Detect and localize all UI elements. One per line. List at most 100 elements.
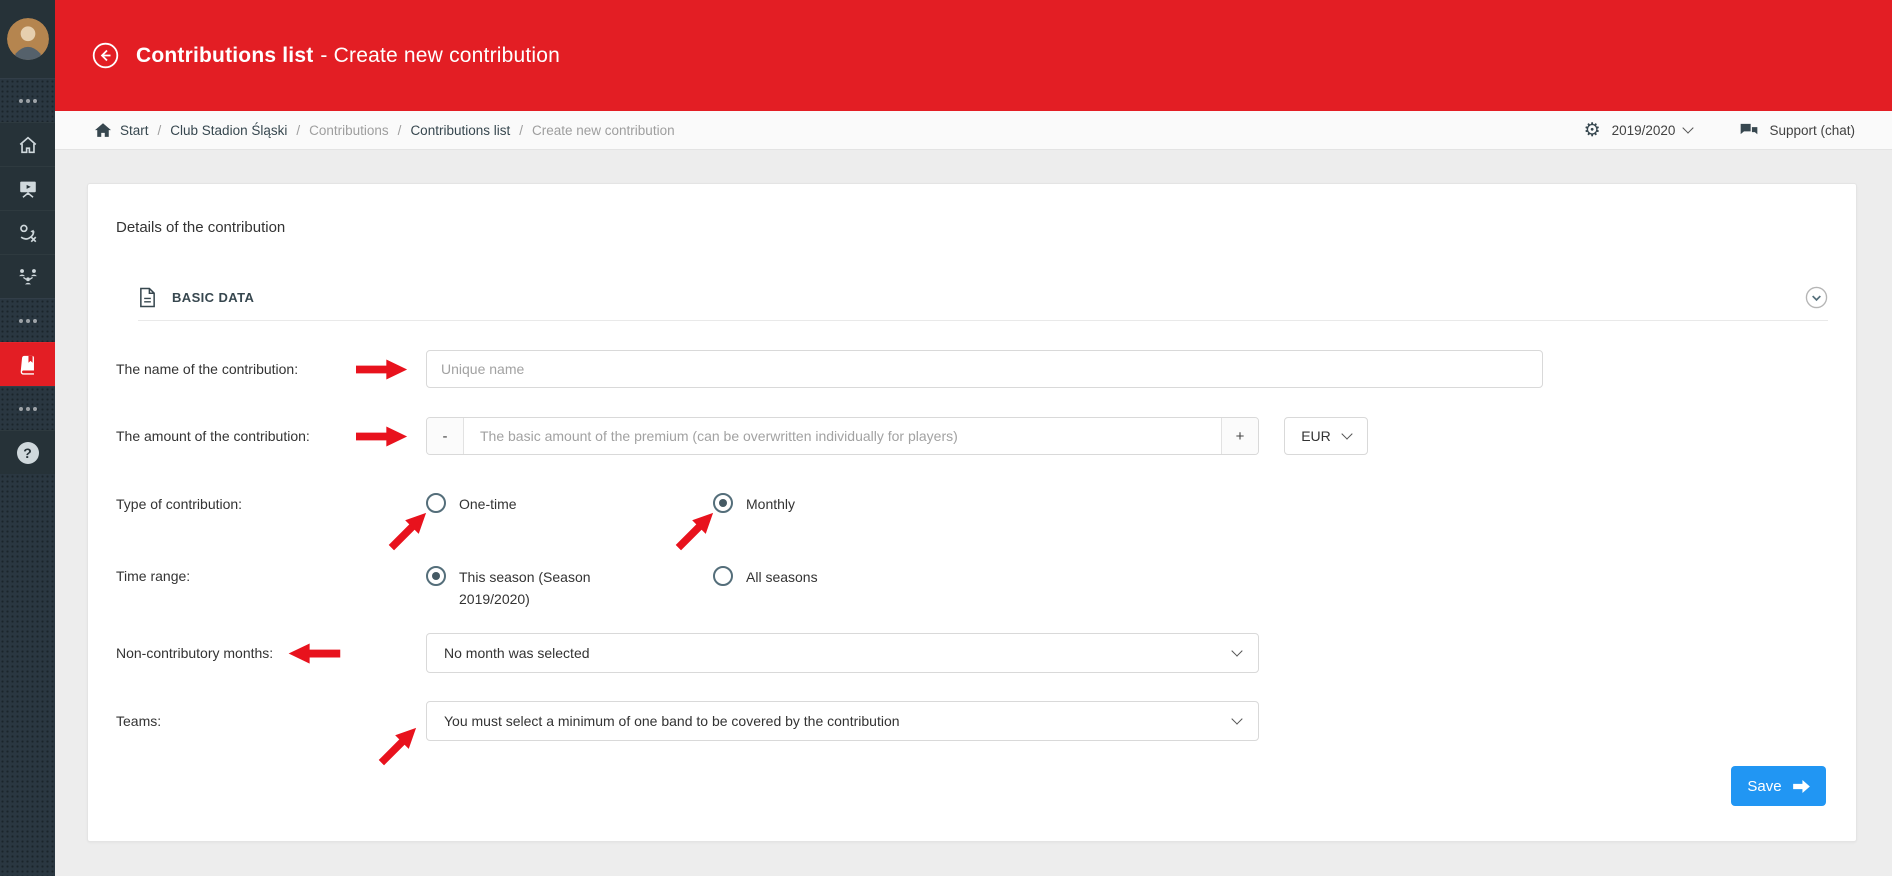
tactics-icon bbox=[17, 222, 39, 244]
save-label: Save bbox=[1747, 778, 1781, 795]
arrow-left-circle-icon bbox=[92, 42, 119, 69]
name-label-cell: The name of the contribution: bbox=[116, 359, 426, 380]
contribution-form: The name of the contribution: The amount… bbox=[116, 350, 1828, 741]
amount-label-cell: The amount of the contribution: bbox=[116, 426, 426, 447]
dots-menu-icon bbox=[19, 319, 37, 323]
contributions-book-icon bbox=[17, 354, 39, 376]
page-title-primary: Contributions list bbox=[136, 44, 313, 67]
time-range-label: Time range: bbox=[116, 568, 190, 584]
form-row-type: Type of contribution: One-time bbox=[116, 489, 1828, 519]
breadcrumb-separator: / bbox=[519, 123, 523, 138]
radio-checked-icon bbox=[426, 566, 446, 586]
time-range-radio-group: This season (Season 2019/2020) All seaso… bbox=[426, 565, 1000, 610]
radio-checked-icon bbox=[713, 493, 733, 513]
radio-label: One-time bbox=[459, 492, 517, 516]
form-row-amount: The amount of the contribution: - + EUR bbox=[116, 417, 1828, 455]
avatar-wrap bbox=[0, 0, 55, 78]
radio-label: All seasons bbox=[746, 565, 818, 589]
app-window: ? Contributions list - Create new contrib… bbox=[0, 0, 1892, 876]
dots-menu-icon bbox=[19, 99, 37, 103]
season-value: 2019/2020 bbox=[1612, 123, 1676, 138]
arrow-right-icon bbox=[1793, 780, 1810, 793]
page-title-secondary: - Create new contribution bbox=[320, 44, 560, 67]
chevron-down-icon bbox=[1341, 428, 1352, 439]
form-row-teams: Teams: You must select a minimum of one … bbox=[116, 701, 1828, 741]
increment-button[interactable]: + bbox=[1221, 418, 1258, 454]
sidebar-item-more-top[interactable] bbox=[0, 78, 55, 122]
radio-label: This season (Season 2019/2020) bbox=[459, 565, 611, 610]
form-row-months: Non-contributory months: No month was se… bbox=[116, 633, 1828, 673]
breadcrumb-club[interactable]: Club Stadion Śląski bbox=[170, 123, 287, 138]
sidebar-item-contributions[interactable] bbox=[0, 342, 55, 386]
amount-input[interactable] bbox=[464, 418, 1221, 454]
section-title: BASIC DATA bbox=[172, 290, 254, 305]
type-label-cell: Type of contribution: bbox=[116, 496, 426, 512]
time-range-label-cell: Time range: bbox=[116, 565, 426, 584]
home-icon bbox=[17, 134, 39, 156]
amount-label: The amount of the contribution: bbox=[116, 428, 310, 444]
name-label: The name of the contribution: bbox=[116, 361, 298, 377]
sidebar-item-transfers[interactable] bbox=[0, 254, 55, 298]
section-collapse-button[interactable] bbox=[1805, 286, 1828, 309]
sidebar-item-home[interactable] bbox=[0, 122, 55, 166]
amount-stepper: - + bbox=[426, 417, 1259, 455]
annotation-arrow-left-icon bbox=[287, 643, 341, 664]
teams-select-value: You must select a minimum of one band to… bbox=[444, 713, 900, 729]
chevron-down-icon bbox=[1683, 122, 1694, 133]
topbar-right: ⚙ 2019/2020 Support (chat) bbox=[1584, 121, 1855, 140]
chevron-down-circle-icon bbox=[1805, 286, 1828, 309]
sidebar-item-more-middle[interactable] bbox=[0, 298, 55, 342]
section-divider bbox=[138, 320, 1828, 321]
breadcrumb-contributions-list[interactable]: Contributions list bbox=[410, 123, 510, 138]
currency-select[interactable]: EUR bbox=[1284, 417, 1368, 455]
radio-option-monthly[interactable]: Monthly bbox=[713, 492, 1000, 516]
radio-label: Monthly bbox=[746, 492, 795, 516]
currency-value: EUR bbox=[1301, 428, 1331, 444]
months-select[interactable]: No month was selected bbox=[426, 633, 1259, 673]
main-column: Contributions list - Create new contribut… bbox=[55, 0, 1892, 876]
breadcrumb-separator: / bbox=[296, 123, 300, 138]
details-card: Details of the contribution BASIC DATA bbox=[87, 183, 1857, 842]
avatar[interactable] bbox=[7, 18, 49, 60]
months-select-value: No month was selected bbox=[444, 645, 590, 661]
radio-unchecked-icon bbox=[713, 566, 733, 586]
page-title: Contributions list - Create new contribut… bbox=[136, 44, 560, 68]
decrement-button[interactable]: - bbox=[427, 418, 464, 454]
season-selector[interactable]: 2019/2020 bbox=[1612, 123, 1693, 138]
breadcrumb-separator: / bbox=[158, 123, 162, 138]
chat-icon bbox=[1739, 122, 1759, 139]
training-board-icon bbox=[17, 178, 39, 200]
sidebar-item-more-bottom[interactable] bbox=[0, 386, 55, 430]
back-button[interactable] bbox=[92, 42, 119, 69]
months-label-cell: Non-contributory months: bbox=[116, 643, 426, 664]
radio-option-one-time[interactable]: One-time bbox=[426, 492, 713, 516]
name-input[interactable] bbox=[426, 350, 1543, 388]
form-row-name: The name of the contribution: bbox=[116, 350, 1828, 388]
gear-icon[interactable]: ⚙ bbox=[1584, 121, 1601, 140]
radio-option-this-season[interactable]: This season (Season 2019/2020) bbox=[426, 565, 713, 610]
breadcrumb-bar: Start / Club Stadion Śląski / Contributi… bbox=[55, 111, 1892, 150]
chevron-down-icon bbox=[1231, 645, 1242, 656]
help-icon: ? bbox=[17, 442, 39, 464]
radio-unchecked-icon bbox=[426, 493, 446, 513]
annotation-arrow-diagonal-icon bbox=[374, 720, 423, 769]
support-label: Support (chat) bbox=[1769, 123, 1855, 138]
breadcrumb-start[interactable]: Start bbox=[120, 123, 149, 138]
sidebar-item-help[interactable]: ? bbox=[0, 430, 55, 474]
radio-option-all-seasons[interactable]: All seasons bbox=[713, 565, 1000, 589]
page-header: Contributions list - Create new contribut… bbox=[55, 0, 1892, 111]
teams-label-cell: Teams: bbox=[116, 713, 426, 729]
breadcrumb-separator: / bbox=[398, 123, 402, 138]
type-label: Type of contribution: bbox=[116, 496, 242, 512]
sidebar-item-tactics[interactable] bbox=[0, 210, 55, 254]
teams-select[interactable]: You must select a minimum of one band to… bbox=[426, 701, 1259, 741]
breadcrumb-contributions: Contributions bbox=[309, 123, 389, 138]
sidebar-item-training[interactable] bbox=[0, 166, 55, 210]
support-link[interactable]: Support (chat) bbox=[1739, 122, 1855, 139]
annotation-arrow-right-icon bbox=[356, 426, 408, 447]
dots-menu-icon bbox=[19, 407, 37, 411]
form-row-time-range: Time range: This season (Season 2019/202… bbox=[116, 565, 1828, 613]
save-button[interactable]: Save bbox=[1731, 766, 1826, 806]
annotation-arrow-right-icon bbox=[356, 359, 408, 380]
months-label: Non-contributory months: bbox=[116, 645, 273, 661]
